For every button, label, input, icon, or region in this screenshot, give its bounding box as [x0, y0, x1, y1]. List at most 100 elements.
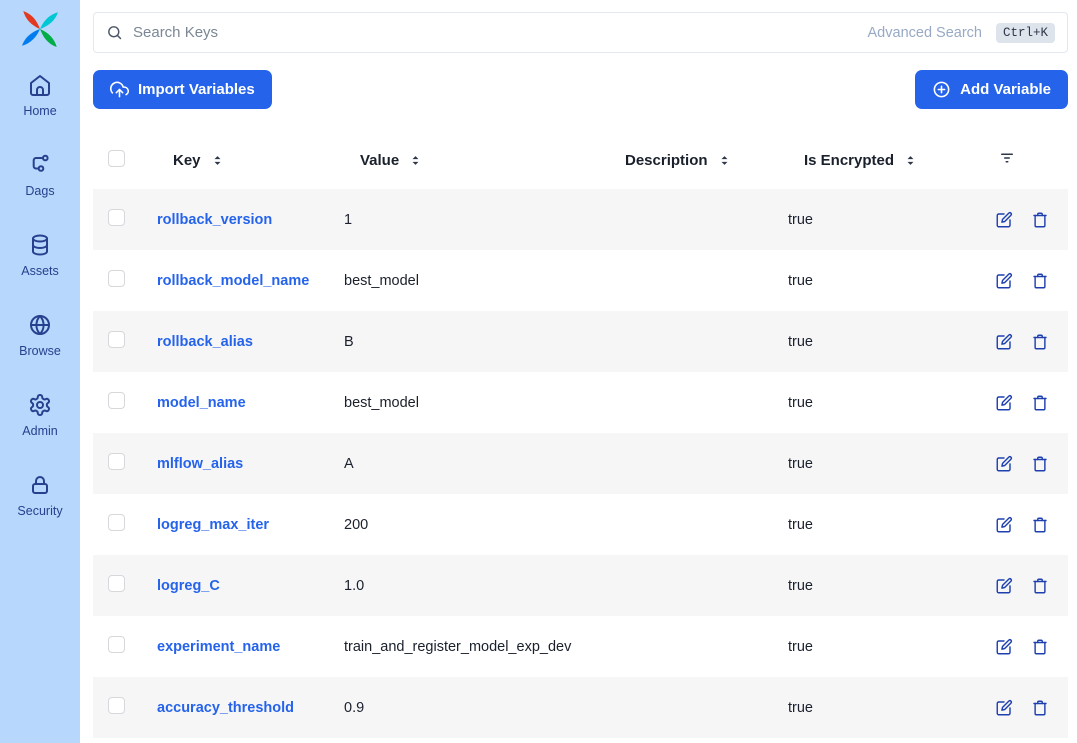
delete-variable-button[interactable]: [1031, 272, 1049, 290]
variable-is-encrypted: true: [774, 677, 953, 738]
variable-description: [595, 250, 774, 311]
edit-pencil-icon: [995, 577, 1013, 595]
admin-gear-icon: [28, 393, 52, 417]
edit-variable-button[interactable]: [995, 211, 1013, 229]
row-checkbox[interactable]: [108, 636, 125, 653]
delete-variable-button[interactable]: [1031, 333, 1049, 351]
delete-variable-button[interactable]: [1031, 699, 1049, 717]
row-checkbox[interactable]: [108, 453, 125, 470]
column-label: Description: [625, 152, 708, 169]
delete-variable-button[interactable]: [1031, 211, 1049, 229]
variable-key-link[interactable]: rollback_model_name: [157, 273, 309, 289]
edit-variable-button[interactable]: [995, 516, 1013, 534]
variable-is-encrypted: true: [774, 555, 953, 616]
sort-icon[interactable]: [904, 154, 917, 167]
airflow-logo[interactable]: [18, 7, 62, 51]
search-icon: [106, 24, 123, 41]
filter-icon[interactable]: [998, 149, 1016, 167]
row-checkbox[interactable]: [108, 270, 125, 287]
sidebar-item-assets[interactable]: Assets: [0, 233, 80, 278]
variable-is-encrypted: true: [774, 250, 953, 311]
add-variable-button[interactable]: Add Variable: [915, 70, 1068, 109]
variables-table: Key Value: [93, 131, 1068, 738]
edit-variable-button[interactable]: [995, 394, 1013, 412]
variable-key-link[interactable]: experiment_name: [157, 639, 280, 655]
trash-icon: [1031, 638, 1049, 656]
sidebar-item-label: Home: [23, 104, 56, 118]
row-checkbox[interactable]: [108, 209, 125, 226]
home-icon: [28, 73, 52, 97]
column-header-description[interactable]: Description: [595, 131, 774, 189]
trash-icon: [1031, 516, 1049, 534]
table-row: experiment_name train_and_register_model…: [93, 616, 1068, 677]
row-checkbox[interactable]: [108, 514, 125, 531]
sort-icon[interactable]: [409, 154, 422, 167]
advanced-search-link[interactable]: Advanced Search: [868, 25, 982, 41]
edit-variable-button[interactable]: [995, 577, 1013, 595]
column-header-key[interactable]: Key: [143, 131, 330, 189]
column-header-value[interactable]: Value: [330, 131, 595, 189]
sidebar-item-label: Admin: [22, 424, 57, 438]
edit-pencil-icon: [995, 699, 1013, 717]
table-row: model_name best_model true: [93, 372, 1068, 433]
row-checkbox[interactable]: [108, 392, 125, 409]
variable-key-link[interactable]: logreg_max_iter: [157, 517, 269, 533]
sort-icon[interactable]: [718, 154, 731, 167]
variable-is-encrypted: true: [774, 189, 953, 250]
variable-value: best_model: [330, 250, 595, 311]
variable-key-link[interactable]: rollback_version: [157, 212, 272, 228]
variable-description: [595, 616, 774, 677]
search-shortcut-badge: Ctrl+K: [996, 23, 1055, 43]
edit-pencil-icon: [995, 638, 1013, 656]
table-row: mlflow_alias A true: [93, 433, 1068, 494]
sort-icon[interactable]: [211, 154, 224, 167]
sidebar-item-admin[interactable]: Admin: [0, 393, 80, 438]
variable-description: [595, 433, 774, 494]
add-variable-label: Add Variable: [960, 81, 1051, 98]
airflow-pinwheel-icon: [18, 7, 62, 51]
variable-value: train_and_register_model_exp_dev: [330, 616, 595, 677]
sidebar-item-security[interactable]: Security: [0, 473, 80, 518]
plus-circle-icon: [932, 80, 951, 99]
delete-variable-button[interactable]: [1031, 455, 1049, 473]
sidebar-item-browse[interactable]: Browse: [0, 313, 80, 358]
import-variables-button[interactable]: Import Variables: [93, 70, 272, 109]
main-content: Advanced Search Ctrl+K Import Variables …: [80, 0, 1077, 743]
select-all-checkbox[interactable]: [108, 150, 125, 167]
variable-key-link[interactable]: logreg_C: [157, 578, 220, 594]
variable-description: [595, 189, 774, 250]
sidebar-item-home[interactable]: Home: [0, 73, 80, 118]
edit-variable-button[interactable]: [995, 272, 1013, 290]
variable-key-link[interactable]: rollback_alias: [157, 334, 253, 350]
assets-database-icon: [28, 233, 52, 257]
delete-variable-button[interactable]: [1031, 638, 1049, 656]
table-header-row: Key Value: [93, 131, 1068, 189]
sidebar-item-dags[interactable]: Dags: [0, 153, 80, 198]
variable-value: 1.0: [330, 555, 595, 616]
trash-icon: [1031, 455, 1049, 473]
sidebar-item-label: Dags: [25, 184, 54, 198]
delete-variable-button[interactable]: [1031, 577, 1049, 595]
edit-variable-button[interactable]: [995, 638, 1013, 656]
variable-key-link[interactable]: model_name: [157, 395, 246, 411]
sidebar: Home Dags Assets Browse: [0, 0, 80, 743]
delete-variable-button[interactable]: [1031, 516, 1049, 534]
variable-description: [595, 555, 774, 616]
edit-variable-button[interactable]: [995, 455, 1013, 473]
row-checkbox[interactable]: [108, 575, 125, 592]
table-row: logreg_C 1.0 true: [93, 555, 1068, 616]
variable-value: best_model: [330, 372, 595, 433]
variable-key-link[interactable]: mlflow_alias: [157, 456, 243, 472]
cloud-upload-icon: [110, 80, 129, 99]
variable-key-link[interactable]: accuracy_threshold: [157, 700, 294, 716]
delete-variable-button[interactable]: [1031, 394, 1049, 412]
row-checkbox[interactable]: [108, 697, 125, 714]
edit-variable-button[interactable]: [995, 333, 1013, 351]
sidebar-nav: Home Dags Assets Browse: [0, 73, 80, 518]
search-input[interactable]: [133, 24, 868, 41]
row-checkbox[interactable]: [108, 331, 125, 348]
edit-pencil-icon: [995, 394, 1013, 412]
trash-icon: [1031, 577, 1049, 595]
edit-variable-button[interactable]: [995, 699, 1013, 717]
column-header-is-encrypted[interactable]: Is Encrypted: [774, 131, 953, 189]
